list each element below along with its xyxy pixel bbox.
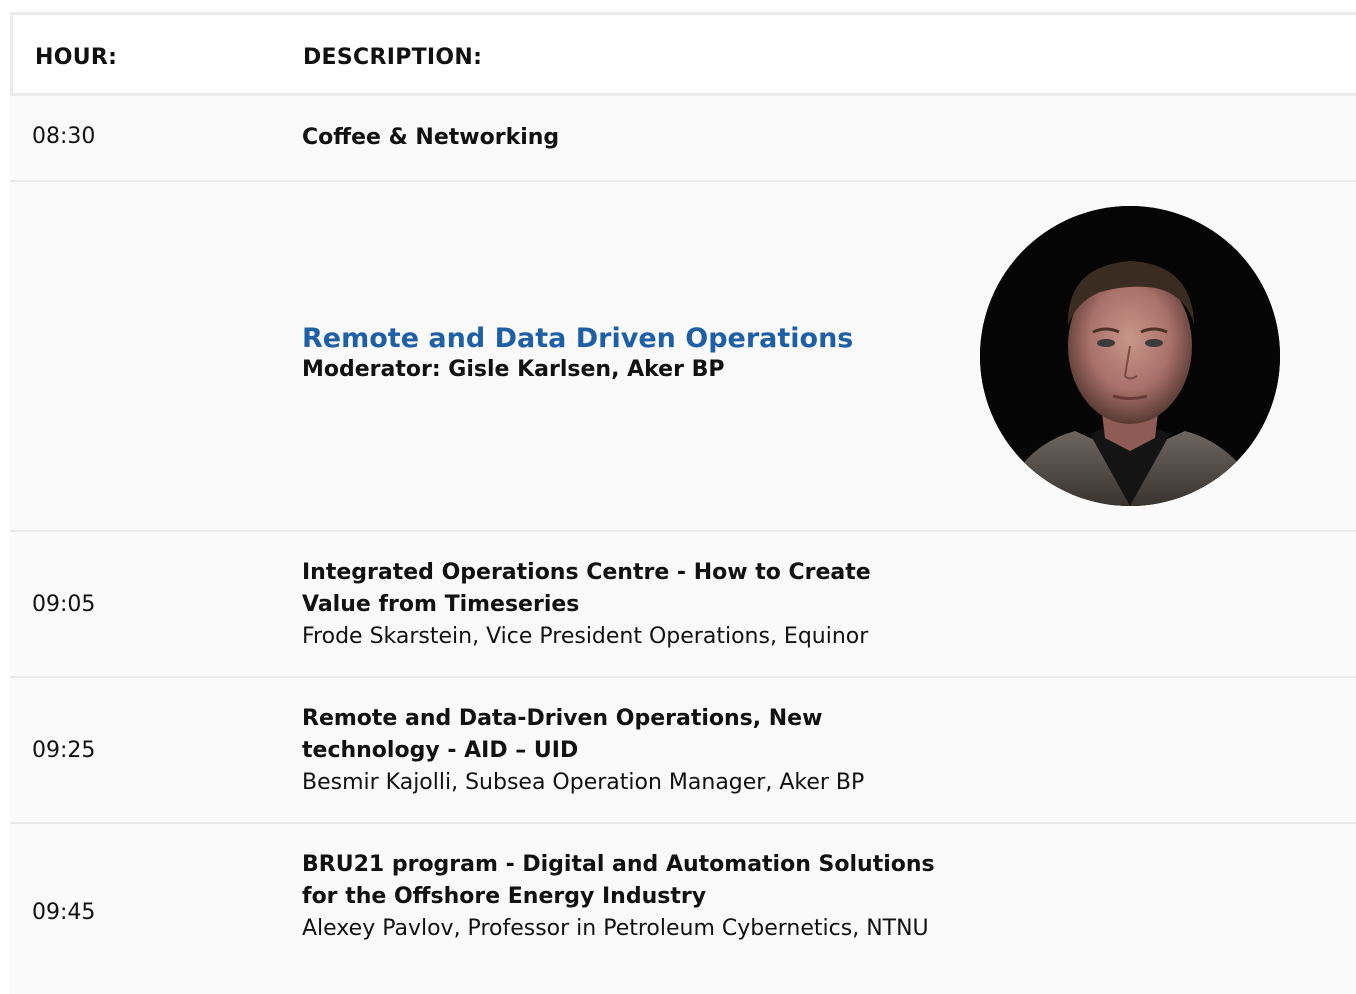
- row-speaker: Frode Skarstein, Vice President Operatio…: [302, 624, 869, 649]
- hour-column-header: HOUR:: [35, 45, 118, 70]
- row-title: Coffee & Networking: [302, 125, 560, 150]
- row-description: Remote and Data-Driven Operations, New t…: [302, 703, 942, 799]
- moderator-avatar: [980, 206, 1280, 506]
- agenda-table: HOUR: DESCRIPTION: 08:30 Coffee & Networ…: [10, 12, 1356, 994]
- table-row: 09:45 BRU21 program - Digital and Automa…: [10, 824, 1356, 994]
- row-description: BRU21 program - Digital and Automation S…: [302, 849, 942, 945]
- session-description: Remote and Data Driven Operations Modera…: [302, 322, 942, 384]
- row-hour: 09:45: [32, 900, 96, 925]
- row-description: Integrated Operations Centre - How to Cr…: [302, 557, 942, 653]
- row-speaker: Alexey Pavlov, Professor in Petroleum Cy…: [302, 916, 929, 941]
- row-hour: 08:30: [32, 124, 96, 149]
- table-row: 09:05 Integrated Operations Centre - How…: [10, 532, 1356, 678]
- row-hour: 09:05: [32, 592, 96, 617]
- session-row: Remote and Data Driven Operations Modera…: [10, 182, 1356, 532]
- table-row: 08:30 Coffee & Networking: [10, 96, 1356, 182]
- row-description: Coffee & Networking: [302, 122, 942, 154]
- row-hour: 09:25: [32, 738, 96, 763]
- moderator-portrait-icon: [980, 206, 1280, 506]
- session-moderator: Moderator: Gisle Karlsen, Aker BP: [302, 357, 725, 382]
- row-speaker: Besmir Kajolli, Subsea Operation Manager…: [302, 770, 865, 795]
- table-row: 09:25 Remote and Data-Driven Operations,…: [10, 678, 1356, 824]
- table-header: HOUR: DESCRIPTION:: [10, 12, 1356, 96]
- row-title: Integrated Operations Centre - How to Cr…: [302, 560, 871, 617]
- description-column-header: DESCRIPTION:: [303, 45, 483, 70]
- row-title: BRU21 program - Digital and Automation S…: [302, 852, 935, 909]
- row-title: Remote and Data-Driven Operations, New t…: [302, 706, 823, 763]
- session-title[interactable]: Remote and Data Driven Operations: [302, 322, 942, 356]
